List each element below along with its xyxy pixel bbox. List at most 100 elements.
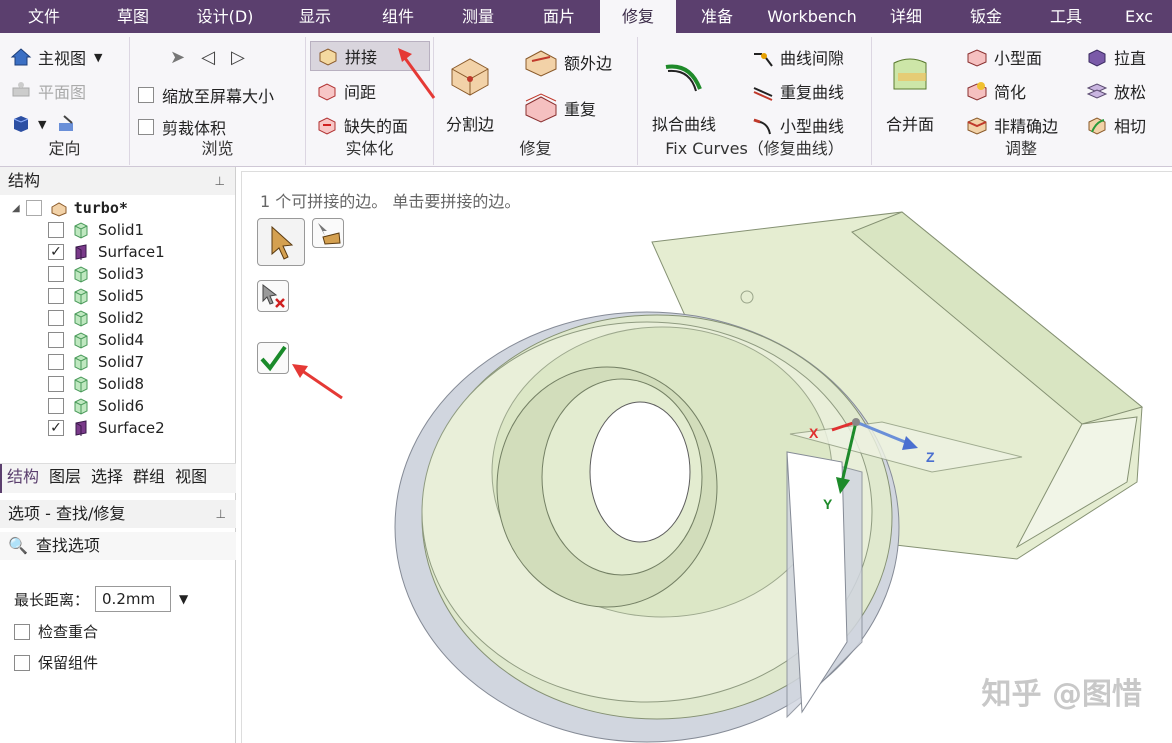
tree-item[interactable]: Solid6 [0,395,236,417]
menu-file[interactable]: 文件 [0,0,88,33]
tree-item-checkbox[interactable] [48,398,64,414]
split-edge-button[interactable]: 分割边 [446,53,494,135]
max-distance-input[interactable]: 0.2mm [95,586,172,612]
tree-item[interactable]: Solid8 [0,373,236,395]
previous-icon[interactable]: ◁ [201,47,215,68]
find-options-row[interactable]: 🔍 查找选项 [0,532,236,560]
menu-prepare[interactable]: 准备 [676,0,758,33]
tree-item[interactable]: ✓ Surface2 [0,417,236,439]
menu-measure[interactable]: 测量 [438,0,518,33]
missing-face-label: 缺失的面 [344,117,409,136]
cube-icon [13,116,29,132]
tab-structure[interactable]: 结构 [0,464,44,493]
tree-item[interactable]: Solid5 [0,285,236,307]
tree-item-checkbox[interactable] [48,266,64,282]
menu-assembly[interactable]: 组件 [358,0,438,33]
structure-tree: ◢ turbo* Solid1 ✓ Surface1 Solid3 Solid5 Soli… [0,197,236,439]
menu-bar: 文件 草图 设计(D) 显示 组件 测量 面片 修复 准备 Workbench … [0,0,1172,33]
duplicate-curve-button[interactable]: 重复曲线 [752,79,844,103]
menu-display[interactable]: 显示 [272,0,358,33]
group-solidify-label: 实体化 [345,139,394,158]
relax-button[interactable]: 放松 [1086,79,1146,103]
menu-detail[interactable]: 详细 [866,0,946,33]
small-face-button[interactable]: 小型面 [966,45,1042,69]
keep-component-checkbox[interactable] [14,654,30,671]
chevron-down-icon[interactable]: ▼ [179,592,188,606]
home-icon [10,48,32,66]
tree-item[interactable]: ✓ Surface1 [0,241,236,263]
group-adjust-label: 调整 [1004,139,1037,158]
menu-extra[interactable]: Exc [1106,0,1172,33]
chevron-down-icon[interactable]: ▼ [94,51,102,64]
fit-curve-button[interactable]: 拟合曲线 [652,53,716,135]
tree-item-checkbox[interactable]: ✓ [48,244,64,260]
axis-z-label: Z [926,449,935,465]
menu-sheetmetal[interactable]: 钣金 [946,0,1026,33]
tab-views[interactable]: 视图 [170,464,212,493]
menu-facet[interactable]: 面片 [518,0,600,33]
tab-layers[interactable]: 图层 [44,464,86,493]
small-face-label: 小型面 [994,49,1043,68]
root-label: turbo* [73,199,128,217]
tree-item[interactable]: Solid2 [0,307,236,329]
tangent-button[interactable]: 相切 [1086,113,1146,137]
tab-groups[interactable]: 群组 [128,464,170,493]
group-orient: 主视图 ▼ 平面图 ▼ 定向 [0,37,130,165]
straighten-button[interactable]: 拉直 [1086,45,1146,69]
extra-edge-label: 额外边 [564,54,613,73]
next-icon[interactable]: ▷ [231,47,245,68]
tree-item[interactable]: Solid3 [0,263,236,285]
solid-icon [74,332,88,349]
plan-view-button[interactable]: 平面图 [10,79,86,103]
menu-repair[interactable]: 修复 [600,0,676,33]
tree-item-checkbox[interactable] [48,354,64,370]
tree-root[interactable]: ◢ turbo* [0,197,236,219]
duplicate-button[interactable]: 重复 [524,93,596,123]
menu-design[interactable]: 设计(D) [178,0,272,33]
solid-icon [74,266,88,283]
check-overlap-checkbox[interactable] [14,623,30,640]
missing-face-button[interactable]: 缺失的面 [316,113,408,137]
zoom-fit-checkbox[interactable] [138,87,154,103]
viewport[interactable]: 1 个可拼接的边。 单击要拼接的边。 X Y Z 知乎 @图惜 [241,171,1172,743]
tree-item-checkbox[interactable] [48,288,64,304]
axis-y-label: Y [823,496,833,512]
extra-edge-button[interactable]: 额外边 [524,47,612,77]
tree-item-checkbox[interactable] [48,332,64,348]
collapse-icon[interactable]: ◢ [12,203,20,214]
menu-tools[interactable]: 工具 [1026,0,1106,33]
tree-item[interactable]: Solid4 [0,329,236,351]
tree-item-checkbox[interactable]: ✓ [48,420,64,436]
tab-selection[interactable]: 选择 [86,464,128,493]
zoom-fit-option[interactable]: 缩放至屏幕大小 [138,83,274,107]
merge-face-button[interactable]: 合并面 [886,53,934,135]
chevron-down-icon[interactable]: ▼ [38,118,46,131]
home-view-button[interactable]: 主视图 ▼ [10,45,102,69]
pin-icon[interactable]: ⊥ [216,500,226,528]
gap-button[interactable]: 间距 [316,79,376,103]
tree-item[interactable]: Solid1 [0,219,236,241]
keep-component-option[interactable]: 保留组件 [14,652,98,673]
select-cursor-icon[interactable]: ➤ [170,47,185,68]
pin-icon[interactable]: ⊥ [215,167,225,195]
tree-item-label: Solid3 [98,265,145,283]
axis-x-label: X [809,425,819,441]
orient-tools[interactable]: ▼ [10,113,84,135]
menu-workbench[interactable]: Workbench [758,0,866,33]
inexact-edge-button[interactable]: 非精确边 [966,113,1058,137]
tree-item-label: Solid8 [98,375,145,393]
menu-sketch[interactable]: 草图 [88,0,178,33]
root-checkbox[interactable] [25,200,42,216]
clip-volume-checkbox[interactable] [138,119,154,135]
check-overlap-option[interactable]: 检查重合 [14,621,98,642]
tree-item-label: Surface2 [98,419,165,437]
fit-curve-label: 拟合曲线 [652,115,717,134]
tangent-icon [1088,117,1106,135]
tree-item-checkbox[interactable] [48,310,64,326]
curve-gap-button[interactable]: 曲线间隙 [752,45,844,69]
simplify-button[interactable]: 简化 [966,79,1026,103]
tree-item[interactable]: Solid7 [0,351,236,373]
tree-item-checkbox[interactable] [48,222,64,238]
small-curve-button[interactable]: 小型曲线 [752,113,844,137]
tree-item-checkbox[interactable] [48,376,64,392]
